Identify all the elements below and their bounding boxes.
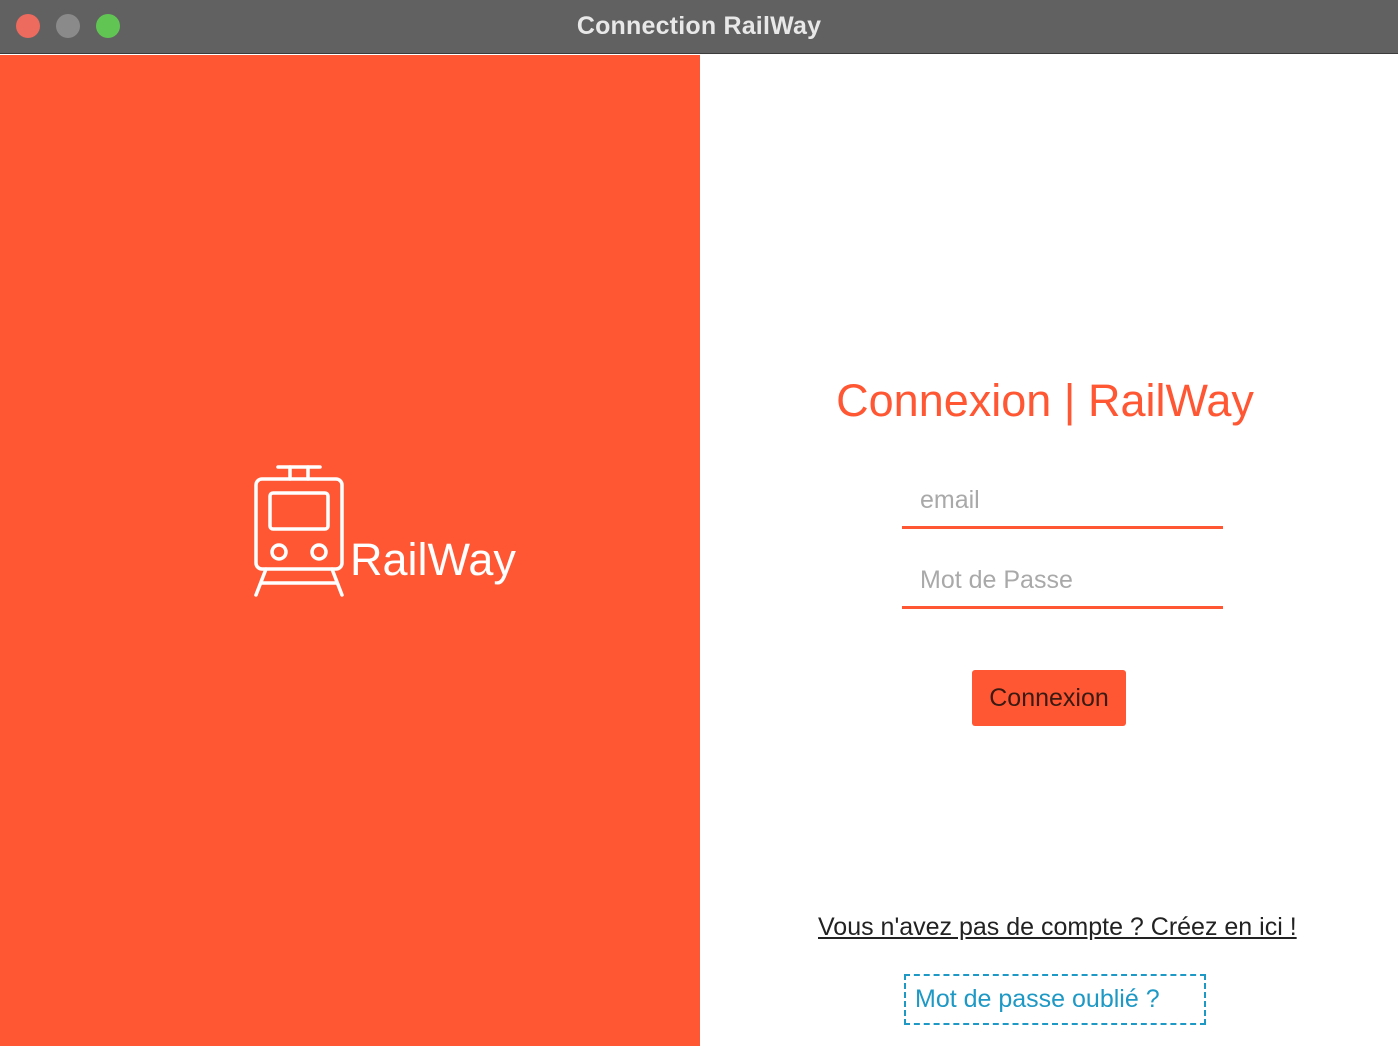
- login-panel: Connexion | RailWay Connexion Vous n'ave…: [700, 55, 1398, 1046]
- window-title: Connection RailWay: [576, 12, 822, 40]
- password-underline: [902, 606, 1223, 609]
- password-field: [902, 555, 1223, 609]
- brand-name: RailWay: [350, 534, 516, 585]
- password-input[interactable]: [902, 555, 1223, 606]
- login-button[interactable]: Connexion: [972, 670, 1126, 726]
- brand-logo: RailWay: [252, 465, 532, 605]
- brand-panel: RailWay: [0, 55, 700, 1046]
- email-field: [902, 475, 1223, 529]
- email-underline: [902, 526, 1223, 529]
- train-icon: [254, 465, 344, 597]
- app-window: Connection RailWay RailWay Connexion | R…: [0, 0, 1398, 1046]
- login-title: Connexion | RailWay: [836, 375, 1254, 426]
- title-bar[interactable]: Connection RailWay: [0, 0, 1398, 54]
- email-input[interactable]: [902, 475, 1223, 526]
- signup-link[interactable]: Vous n'avez pas de compte ? Créez en ici…: [818, 911, 1297, 943]
- forgot-password-link[interactable]: Mot de passe oublié ?: [904, 974, 1206, 1025]
